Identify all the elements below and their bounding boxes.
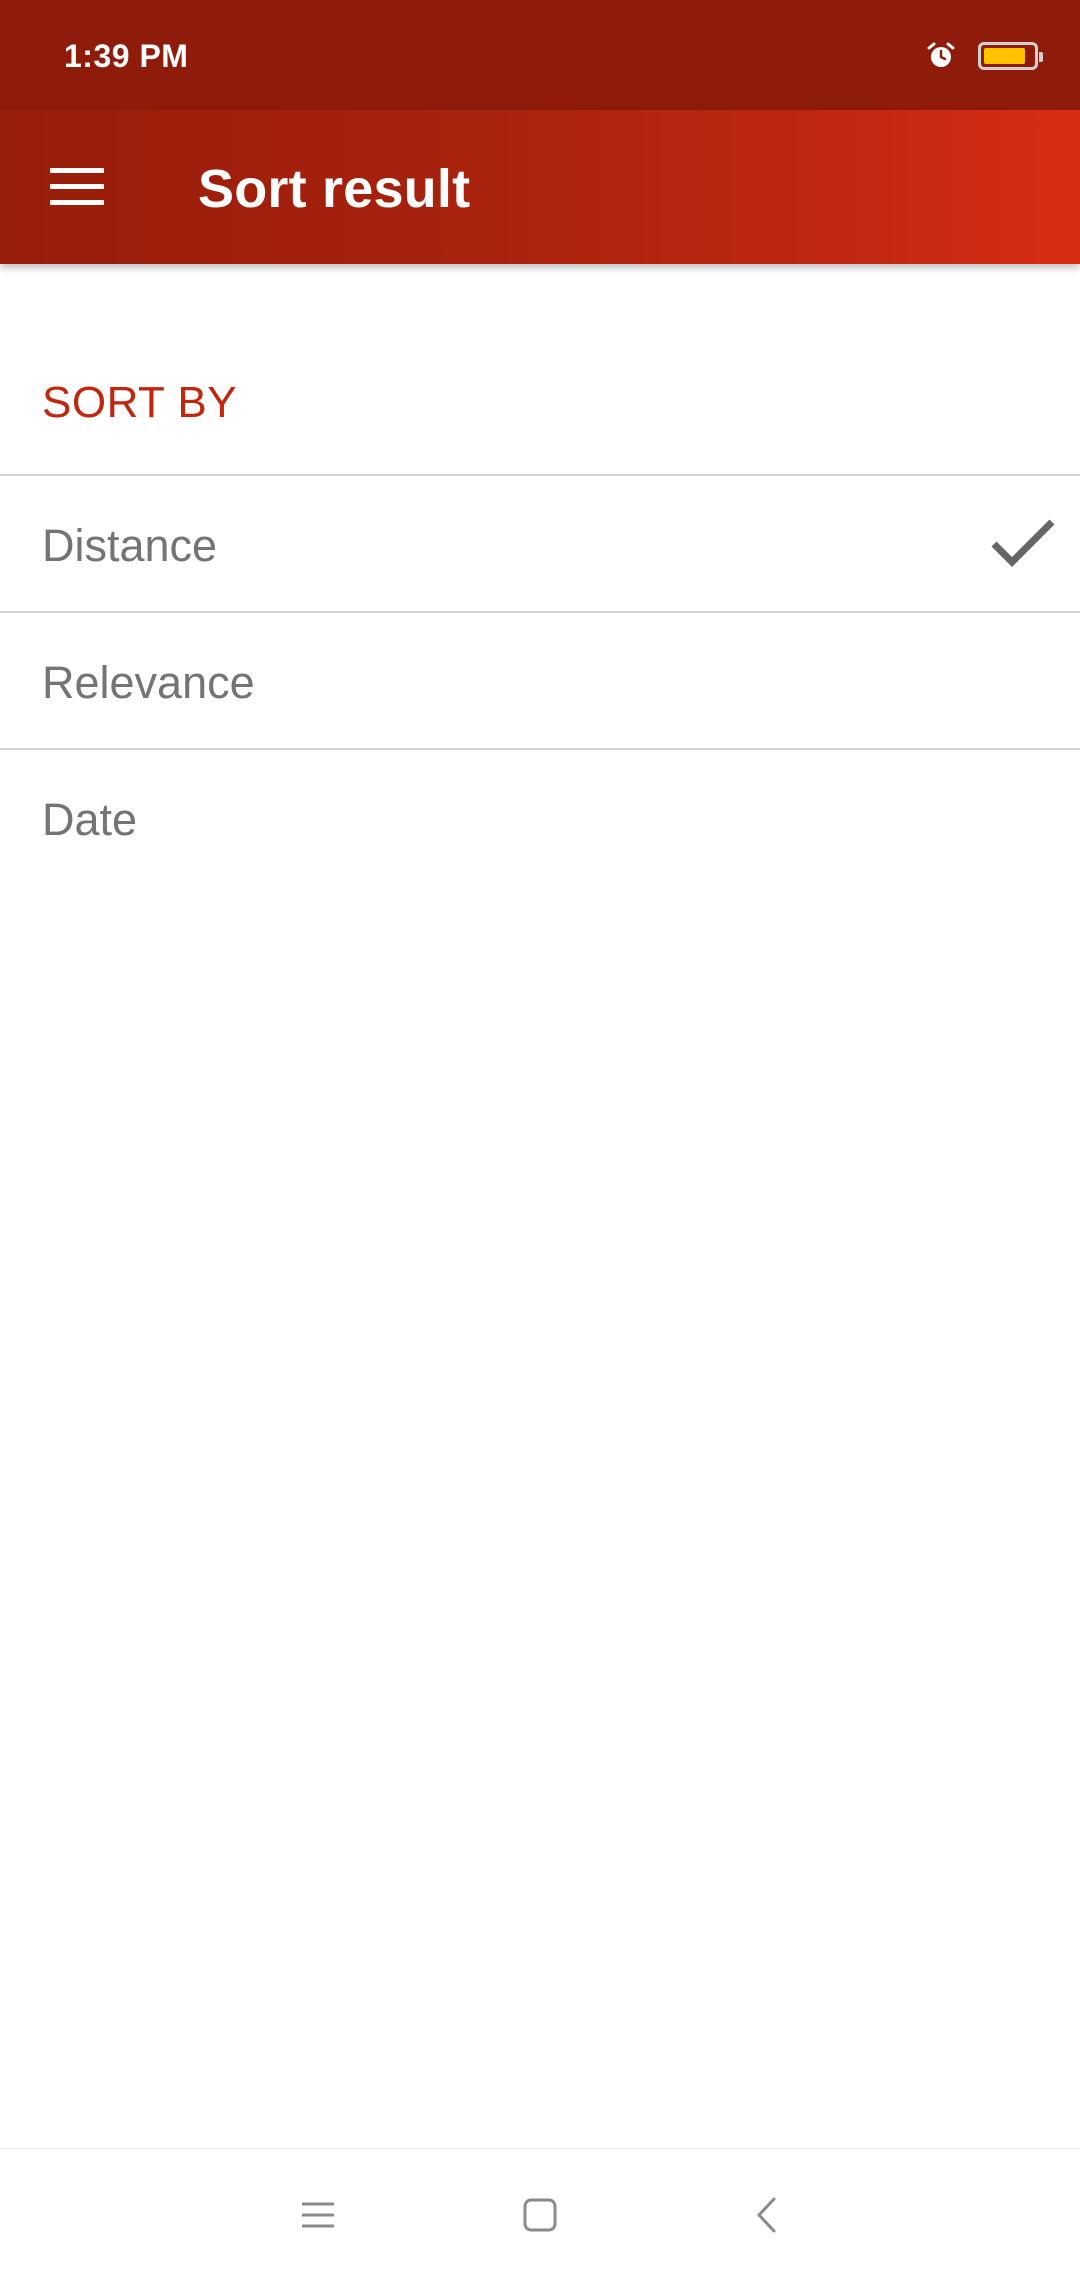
- option-label: Relevance: [42, 657, 255, 708]
- page-title: Sort result: [198, 159, 471, 219]
- menu-button[interactable]: [32, 146, 122, 228]
- battery-tip: [1039, 52, 1043, 62]
- home-icon: [523, 2198, 557, 2232]
- menu-icon: [50, 168, 104, 206]
- recents-icon: [302, 2202, 334, 2228]
- sort-options-list: Distance Relevance Date: [0, 474, 1080, 885]
- back-icon: [757, 2197, 776, 2233]
- sort-by-header: SORT BY: [42, 378, 238, 427]
- alarm-icon: [927, 42, 955, 67]
- screen: 1:39 PM Sort result SORT BY Distance Rel…: [0, 0, 1080, 2280]
- battery-icon: [978, 42, 1043, 70]
- status-icons: [926, 36, 1043, 76]
- option-label: Distance: [42, 520, 218, 571]
- sort-option-date[interactable]: Date: [0, 750, 1080, 885]
- status-bar: 1:39 PM: [0, 0, 1080, 110]
- recents-button[interactable]: [282, 2179, 354, 2251]
- checkmark-icon: [991, 519, 1055, 567]
- option-label: Date: [42, 794, 138, 845]
- back-button[interactable]: [730, 2179, 802, 2251]
- app-bar: Sort result: [0, 110, 1080, 264]
- sort-option-relevance[interactable]: Relevance: [0, 613, 1080, 748]
- home-button[interactable]: [504, 2179, 576, 2251]
- navigation-bar: [0, 2148, 1080, 2280]
- battery-fill: [984, 48, 1025, 64]
- status-time: 1:39 PM: [64, 38, 189, 74]
- sort-option-distance[interactable]: Distance: [0, 476, 1080, 611]
